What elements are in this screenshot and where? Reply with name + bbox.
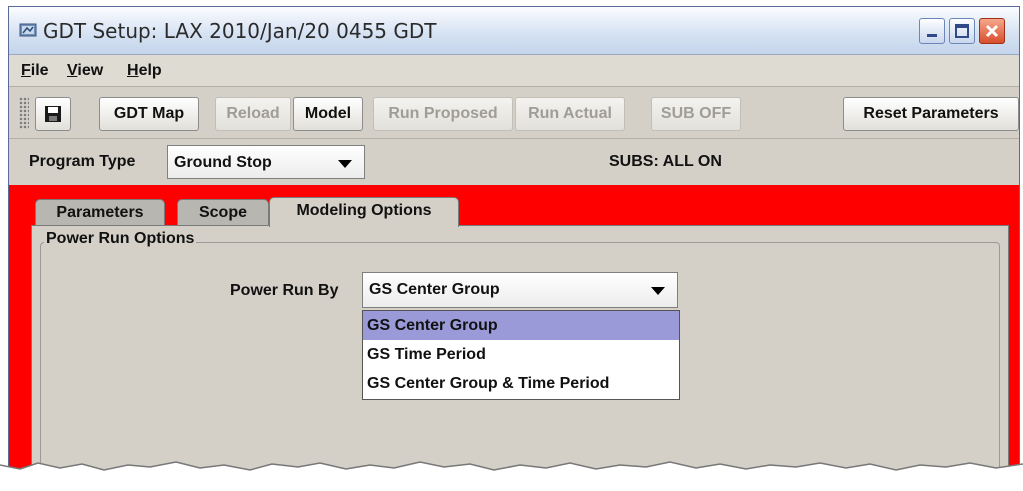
power-run-by-select[interactable]: GS Center Group [362, 272, 678, 308]
reset-parameters-button[interactable]: Reset Parameters [843, 97, 1019, 131]
power-run-by-value: GS Center Group [369, 281, 500, 298]
power-run-by-label: Power Run By [230, 282, 339, 299]
power-run-options-title: Power Run Options [44, 230, 197, 248]
tab-modeling-options[interactable]: Modeling Options [269, 197, 459, 227]
window-title: GDT Setup: LAX 2010/Jan/20 0455 GDT [43, 19, 437, 43]
sub-off-button[interactable]: SUB OFF [651, 97, 741, 131]
close-icon [985, 24, 999, 38]
chevron-down-icon [651, 287, 665, 295]
minimize-icon [927, 34, 937, 37]
close-button[interactable] [979, 18, 1005, 44]
tab-scope[interactable]: Scope [177, 199, 269, 227]
modeling-options-panel: Power Run Options Power Run By GS Center… [31, 225, 1009, 483]
maximize-button[interactable] [949, 18, 975, 44]
subs-status: SUBS: ALL ON [609, 153, 722, 170]
program-type-row: Program Type Ground Stop SUBS: ALL ON [9, 139, 1019, 185]
torn-edge [0, 461, 1023, 491]
chevron-down-icon [338, 160, 352, 168]
menu-view[interactable]: View [67, 62, 103, 80]
toolbar: GDT Map Reload Model Run Proposed Run Ac… [9, 87, 1019, 139]
model-button[interactable]: Model [293, 97, 363, 131]
toolbar-grip[interactable] [19, 97, 29, 129]
program-type-select[interactable]: Ground Stop [167, 145, 365, 179]
title-bar[interactable]: GDT Setup: LAX 2010/Jan/20 0455 GDT [9, 7, 1019, 55]
gdt-map-button[interactable]: GDT Map [99, 97, 199, 131]
dropdown-option-gs-center-group-time-period[interactable]: GS Center Group & Time Period [363, 369, 679, 398]
program-type-value: Ground Stop [174, 154, 272, 171]
gdt-setup-window: GDT Setup: LAX 2010/Jan/20 0455 GDT File… [8, 6, 1020, 484]
menu-bar: File View Help [9, 55, 1019, 87]
run-proposed-button[interactable]: Run Proposed [373, 97, 513, 131]
maximize-icon [955, 24, 969, 38]
menu-help[interactable]: Help [127, 62, 162, 80]
reload-button[interactable]: Reload [215, 97, 291, 131]
status-panel: Parameters Scope Modeling Options Power … [9, 185, 1019, 483]
save-button[interactable] [35, 97, 71, 131]
dropdown-option-gs-time-period[interactable]: GS Time Period [363, 340, 679, 369]
power-run-by-dropdown: GS Center Group GS Time Period GS Center… [362, 310, 680, 400]
run-actual-button[interactable]: Run Actual [515, 97, 625, 131]
dropdown-option-gs-center-group[interactable]: GS Center Group [363, 311, 679, 340]
save-icon [45, 106, 61, 122]
tab-parameters[interactable]: Parameters [35, 199, 165, 227]
program-type-label: Program Type [29, 153, 136, 170]
app-icon [19, 23, 37, 37]
minimize-button[interactable] [919, 18, 945, 44]
menu-file[interactable]: File [21, 62, 49, 80]
